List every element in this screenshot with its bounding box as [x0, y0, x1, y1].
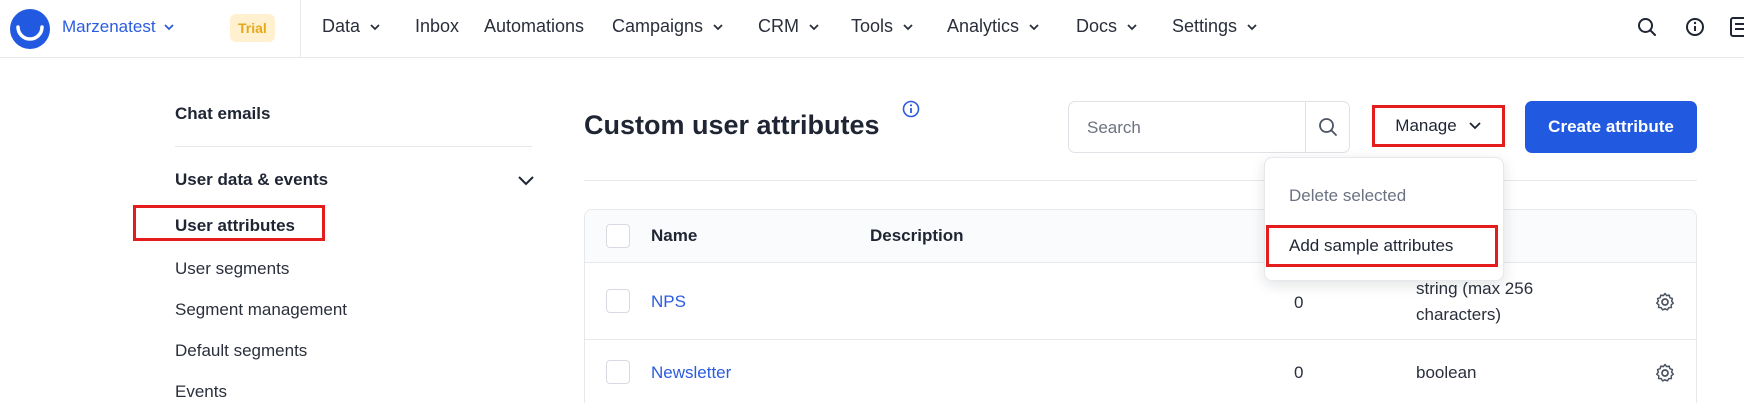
- brand-logo[interactable]: [10, 9, 50, 49]
- sidebar-section-title: User data & events: [175, 170, 329, 189]
- nav-settings[interactable]: Settings: [1172, 16, 1257, 37]
- table-row: Newsletter 0 boolean: [585, 341, 1696, 403]
- nav-tools[interactable]: Tools: [851, 16, 913, 37]
- info-icon[interactable]: [902, 100, 920, 118]
- nav-label: Data: [322, 16, 361, 36]
- chevron-down-icon: [518, 176, 534, 186]
- chevron-down-icon: [163, 24, 174, 31]
- gear-icon[interactable]: [1655, 363, 1675, 383]
- search-input[interactable]: [1087, 116, 1287, 140]
- nav-label: Analytics: [947, 16, 1020, 36]
- sidebar-item-user-segments[interactable]: User segments: [175, 259, 289, 279]
- table-header: Name Description: [585, 210, 1696, 263]
- attribute-count: 0: [1294, 293, 1304, 312]
- account-name: Marzenatest: [62, 17, 156, 36]
- attribute-name-link[interactable]: NPS: [651, 289, 686, 315]
- menu-item-delete-selected[interactable]: Delete selected: [1289, 186, 1406, 206]
- attributes-table: Name Description NPS 0 string (max 256 c…: [584, 209, 1697, 403]
- attribute-type: boolean: [1416, 363, 1477, 382]
- account-switcher[interactable]: Marzenatest: [62, 17, 174, 37]
- nav-crm[interactable]: CRM: [758, 16, 819, 37]
- nav-analytics[interactable]: Analytics: [947, 16, 1039, 37]
- search-icon: [1318, 118, 1337, 136]
- table-row: NPS 0 string (max 256 characters): [585, 264, 1696, 340]
- sidebar-item-segment-management[interactable]: Segment management: [175, 300, 347, 320]
- top-right-icons: [1634, 14, 1744, 40]
- chevron-down-icon: [809, 23, 819, 30]
- chevron-down-icon: [1247, 23, 1257, 30]
- create-attribute-button[interactable]: Create attribute: [1525, 101, 1697, 153]
- docs-icon[interactable]: [1730, 14, 1744, 40]
- search-button[interactable]: [1305, 102, 1349, 152]
- attribute-type: string (max 256 characters): [1416, 276, 1533, 328]
- trial-badge: Trial: [230, 14, 275, 42]
- header-divider: [584, 180, 1697, 181]
- chevron-down-icon: [713, 23, 723, 30]
- sidebar-section-user-data[interactable]: User data & events: [175, 170, 535, 190]
- nav-label: Inbox: [415, 16, 460, 36]
- nav-docs[interactable]: Docs: [1076, 16, 1137, 37]
- select-all-checkbox[interactable]: [606, 224, 630, 248]
- nav-label: Campaigns: [612, 16, 704, 36]
- info-icon[interactable]: [1682, 14, 1708, 40]
- highlight-box: [1372, 105, 1505, 147]
- chevron-down-icon: [370, 23, 380, 30]
- nav-label: CRM: [758, 16, 799, 36]
- top-navigation-bar: Marzenatest Trial Data Inbox Automations…: [0, 0, 1744, 58]
- chevron-down-icon: [1029, 23, 1039, 30]
- search-icon[interactable]: [1634, 14, 1660, 40]
- search-box: [1068, 101, 1350, 153]
- sidebar-item-chat-emails[interactable]: Chat emails: [175, 104, 270, 124]
- sidebar-item-default-segments[interactable]: Default segments: [175, 341, 307, 361]
- divider: [300, 0, 301, 58]
- sidebar-divider: [175, 146, 532, 147]
- attribute-name-link[interactable]: Newsletter: [651, 360, 731, 386]
- column-header-name[interactable]: Name: [651, 226, 697, 246]
- row-checkbox[interactable]: [606, 360, 630, 384]
- page-title: Custom user attributes: [584, 110, 880, 140]
- row-checkbox[interactable]: [606, 289, 630, 313]
- chevron-down-icon: [1127, 23, 1137, 30]
- gear-icon[interactable]: [1655, 292, 1675, 312]
- attribute-count: 0: [1294, 363, 1304, 382]
- column-header-description[interactable]: Description: [870, 226, 964, 246]
- nav-data[interactable]: Data: [322, 16, 380, 37]
- nav-campaigns[interactable]: Campaigns: [612, 16, 723, 37]
- nav-label: Automations: [484, 16, 585, 36]
- nav-label: Tools: [851, 16, 894, 36]
- sidebar-item-events[interactable]: Events: [175, 382, 227, 402]
- nav-inbox[interactable]: Inbox: [415, 16, 459, 37]
- attribute-type-line: characters): [1416, 305, 1502, 324]
- nav-label: Docs: [1076, 16, 1118, 36]
- highlight-box: [133, 205, 325, 241]
- nav-label: Settings: [1172, 16, 1238, 36]
- highlight-box: [1266, 225, 1498, 267]
- nav-automations[interactable]: Automations: [484, 16, 584, 37]
- chevron-down-icon: [903, 23, 913, 30]
